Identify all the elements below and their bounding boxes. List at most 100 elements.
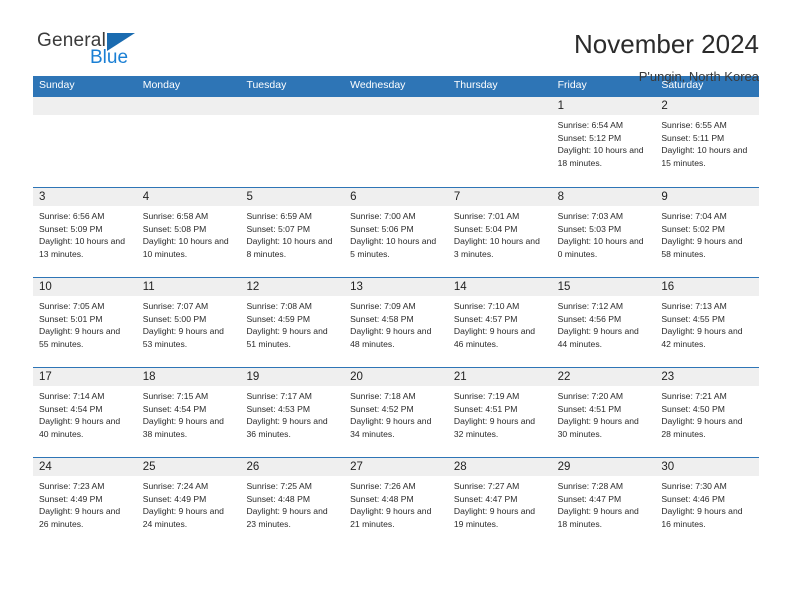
- calendar-day-cell[interactable]: 11 Sunrise: 7:07 AM Sunset: 5:00 PM Dayligh…: [136, 278, 241, 367]
- sunrise-time: Sunrise: 7:23 AM: [39, 481, 105, 491]
- calendar-day-cell[interactable]: 10 Sunrise: 7:05 AM Sunset: 5:01 PM Dayligh…: [33, 278, 137, 367]
- general-blue-logo[interactable]: General Blue: [33, 28, 153, 76]
- calendar-day-cell[interactable]: 18 Sunrise: 7:15 AM Sunset: 4:54 PM Dayligh…: [136, 368, 241, 457]
- calendar-day-cell[interactable]: 25 Sunrise: 7:24 AM Sunset: 4:49 PM Dayligh…: [136, 458, 241, 547]
- sunset-time: Sunset: 5:07 PM: [246, 223, 310, 234]
- calendar-day-cell[interactable]: 14 Sunrise: 7:10 AM Sunset: 4:57 PM Dayligh…: [447, 278, 552, 367]
- day-details: Sunrise: 7:27 AM Sunset: 4:47 PM Daylight:…: [448, 476, 552, 531]
- day-details: Sunrise: 7:12 AM Sunset: 4:56 PM Daylight:…: [552, 296, 656, 351]
- sunrise-time: Sunrise: 7:00 AM: [350, 211, 416, 221]
- calendar-day-cell-empty: [344, 97, 448, 187]
- sunset-time: Sunset: 4:48 PM: [246, 493, 310, 504]
- daylight-duration: Daylight: 9 hours and 51 minutes.: [246, 326, 328, 350]
- daylight-duration: Daylight: 9 hours and 38 minutes.: [142, 416, 224, 440]
- sunset-time: Sunset: 4:47 PM: [557, 493, 622, 504]
- day-details: Sunrise: 7:03 AM Sunset: 5:03 PM Daylight:…: [552, 206, 656, 261]
- calendar-day-cell[interactable]: 21 Sunrise: 7:19 AM Sunset: 4:51 PM Dayligh…: [447, 368, 552, 457]
- calendar-day-cell[interactable]: 16 Sunrise: 7:13 AM Sunset: 4:55 PM Dayligh…: [655, 278, 760, 367]
- calendar-day-cell[interactable]: 13 Sunrise: 7:09 AM Sunset: 4:58 PM Dayligh…: [344, 278, 448, 367]
- calendar-day-cell[interactable]: 6 Sunrise: 7:00 AM Sunset: 5:06 PM Daylight…: [344, 188, 448, 277]
- daylight-duration: Daylight: 10 hours and 15 minutes.: [661, 145, 748, 169]
- sunset-time: Sunset: 4:54 PM: [39, 403, 103, 414]
- calendar-weeks: 1 Sunrise: 6:54 AM Sunset: 5:12 PM Daylight…: [33, 97, 760, 547]
- sunrise-time: Sunrise: 7:14 AM: [39, 391, 105, 401]
- calendar-day-cell[interactable]: 24 Sunrise: 7:23 AM Sunset: 4:49 PM Dayligh…: [33, 458, 137, 547]
- calendar-day-cell[interactable]: 1 Sunrise: 6:54 AM Sunset: 5:12 PM Daylight…: [551, 97, 656, 187]
- calendar-day-cell[interactable]: 4 Sunrise: 6:58 AM Sunset: 5:08 PM Daylight…: [136, 188, 241, 277]
- sunrise-time: Sunrise: 7:10 AM: [453, 301, 520, 311]
- sunset-time: Sunset: 4:53 PM: [246, 403, 310, 414]
- sunset-time: Sunset: 4:50 PM: [661, 403, 725, 414]
- calendar-day-cell[interactable]: 9 Sunrise: 7:04 AM Sunset: 5:02 PM Daylight…: [655, 188, 760, 277]
- calendar-day-cell[interactable]: 2 Sunrise: 6:55 AM Sunset: 5:11 PM Daylight…: [655, 97, 760, 187]
- sunset-time: Sunset: 5:04 PM: [453, 223, 518, 234]
- daylight-duration: Daylight: 9 hours and 26 minutes.: [39, 506, 121, 530]
- day-number: 28: [447, 458, 552, 476]
- sunrise-time: Sunrise: 6:54 AM: [557, 120, 624, 130]
- calendar-day-cell[interactable]: 3 Sunrise: 6:56 AM Sunset: 5:09 PM Daylight…: [33, 188, 137, 277]
- calendar-day-cell[interactable]: 17 Sunrise: 7:14 AM Sunset: 4:54 PM Dayligh…: [33, 368, 137, 457]
- sunrise-time: Sunrise: 7:13 AM: [661, 301, 727, 311]
- daylight-duration: Daylight: 10 hours and 10 minutes.: [142, 236, 229, 260]
- sunrise-time: Sunrise: 7:28 AM: [557, 481, 624, 491]
- calendar-day-cell[interactable]: 23 Sunrise: 7:21 AM Sunset: 4:50 PM Dayligh…: [655, 368, 760, 457]
- daylight-duration: Daylight: 10 hours and 8 minutes.: [246, 236, 333, 260]
- sunrise-time: Sunrise: 7:26 AM: [350, 481, 416, 491]
- day-number: [33, 97, 137, 115]
- daylight-duration: Daylight: 9 hours and 44 minutes.: [557, 326, 639, 350]
- day-details: Sunrise: 7:04 AM Sunset: 5:02 PM Daylight:…: [655, 206, 759, 261]
- daylight-duration: Daylight: 10 hours and 5 minutes.: [350, 236, 437, 260]
- weekday-header-tuesday: Tuesday: [246, 79, 287, 91]
- day-number: 26: [240, 458, 345, 476]
- calendar-table: Sunday Monday Tuesday Wednesday Thursday…: [33, 76, 760, 547]
- calendar-week-row: 1 Sunrise: 6:54 AM Sunset: 5:12 PM Daylight…: [33, 97, 760, 187]
- day-number: 25: [136, 458, 241, 476]
- sunset-time: Sunset: 5:06 PM: [350, 223, 414, 234]
- day-details: Sunrise: 7:24 AM Sunset: 4:49 PM Daylight:…: [137, 476, 241, 531]
- weekday-header-saturday: Saturday: [661, 79, 704, 91]
- calendar-day-cell[interactable]: 20 Sunrise: 7:18 AM Sunset: 4:52 PM Dayligh…: [344, 368, 448, 457]
- day-details: Sunrise: 7:13 AM Sunset: 4:55 PM Daylight:…: [655, 296, 759, 351]
- sunset-time: Sunset: 4:52 PM: [350, 403, 414, 414]
- day-details: Sunrise: 7:28 AM Sunset: 4:47 PM Daylight:…: [552, 476, 656, 531]
- daylight-duration: Daylight: 9 hours and 23 minutes.: [246, 506, 328, 530]
- calendar-day-cell[interactable]: 15 Sunrise: 7:12 AM Sunset: 4:56 PM Dayligh…: [551, 278, 656, 367]
- day-details: Sunrise: 6:58 AM Sunset: 5:08 PM Daylight:…: [137, 206, 241, 261]
- day-number: 24: [33, 458, 137, 476]
- sunrise-time: Sunrise: 7:17 AM: [246, 391, 312, 401]
- daylight-duration: Daylight: 9 hours and 30 minutes.: [557, 416, 639, 440]
- day-details: Sunrise: 6:56 AM Sunset: 5:09 PM Daylight:…: [33, 206, 137, 261]
- calendar-day-cell[interactable]: 8 Sunrise: 7:03 AM Sunset: 5:03 PM Daylight…: [551, 188, 656, 277]
- calendar-day-cell[interactable]: 7 Sunrise: 7:01 AM Sunset: 5:04 PM Daylight…: [447, 188, 552, 277]
- sunset-time: Sunset: 4:49 PM: [142, 493, 207, 504]
- calendar-day-cell[interactable]: 5 Sunrise: 6:59 AM Sunset: 5:07 PM Daylight…: [240, 188, 345, 277]
- day-number: 17: [33, 368, 137, 386]
- day-number: 2: [655, 97, 760, 115]
- day-number: 7: [447, 188, 552, 206]
- calendar-day-cell[interactable]: 30 Sunrise: 7:30 AM Sunset: 4:46 PM Dayligh…: [655, 458, 760, 547]
- calendar-day-cell[interactable]: 22 Sunrise: 7:20 AM Sunset: 4:51 PM Dayligh…: [551, 368, 656, 457]
- sunset-time: Sunset: 5:03 PM: [557, 223, 622, 234]
- day-number: 21: [447, 368, 552, 386]
- calendar-day-cell[interactable]: 27 Sunrise: 7:26 AM Sunset: 4:48 PM Dayligh…: [344, 458, 448, 547]
- calendar-day-cell[interactable]: 19 Sunrise: 7:17 AM Sunset: 4:53 PM Dayligh…: [240, 368, 345, 457]
- day-details: Sunrise: 7:21 AM Sunset: 4:50 PM Daylight:…: [655, 386, 759, 441]
- sunset-time: Sunset: 4:51 PM: [557, 403, 622, 414]
- day-details: Sunrise: 6:59 AM Sunset: 5:07 PM Daylight:…: [240, 206, 344, 261]
- calendar-day-cell[interactable]: 12 Sunrise: 7:08 AM Sunset: 4:59 PM Dayligh…: [240, 278, 345, 367]
- day-number: 18: [136, 368, 241, 386]
- sunset-time: Sunset: 5:09 PM: [39, 223, 103, 234]
- calendar-day-cell-empty: [240, 97, 345, 187]
- calendar-page: General Blue November 2024 P'ungin, Nort…: [0, 0, 792, 612]
- day-number: 4: [136, 188, 241, 206]
- calendar-day-cell[interactable]: 28 Sunrise: 7:27 AM Sunset: 4:47 PM Dayligh…: [447, 458, 552, 547]
- day-details: Sunrise: 7:14 AM Sunset: 4:54 PM Daylight:…: [33, 386, 137, 441]
- calendar-week-row: 3 Sunrise: 6:56 AM Sunset: 5:09 PM Daylight…: [33, 187, 760, 277]
- calendar-day-cell[interactable]: 26 Sunrise: 7:25 AM Sunset: 4:48 PM Dayligh…: [240, 458, 345, 547]
- sunrise-time: Sunrise: 7:05 AM: [39, 301, 105, 311]
- daylight-duration: Daylight: 10 hours and 3 minutes.: [453, 236, 540, 260]
- day-details: Sunrise: 7:08 AM Sunset: 4:59 PM Daylight:…: [240, 296, 344, 351]
- sunset-time: Sunset: 4:49 PM: [39, 493, 103, 504]
- day-details: Sunrise: 7:19 AM Sunset: 4:51 PM Daylight:…: [448, 386, 552, 441]
- calendar-day-cell[interactable]: 29 Sunrise: 7:28 AM Sunset: 4:47 PM Dayligh…: [551, 458, 656, 547]
